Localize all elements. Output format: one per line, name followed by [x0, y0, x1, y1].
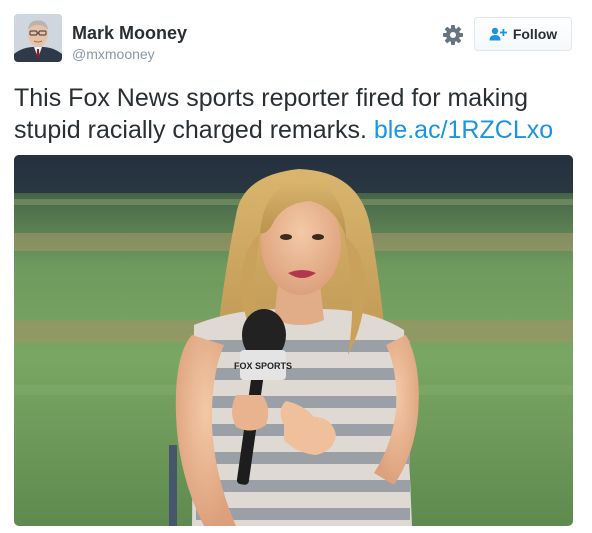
user-handle[interactable]: @mxmooney	[72, 45, 155, 63]
gear-icon[interactable]	[441, 23, 465, 47]
avatar[interactable]	[14, 14, 62, 62]
photo-image: FOX SPORTS	[14, 155, 573, 526]
tweet-link[interactable]: ble.ac/1RZCLxo	[374, 116, 553, 144]
tweet-photo[interactable]: FOX SPORTS	[14, 155, 573, 526]
tweet-text: This Fox News sports reporter fired for …	[14, 82, 580, 146]
follow-label: Follow	[512, 26, 558, 42]
tweet-card: Mark Mooney @mxmooney Follow This Fox Ne…	[0, 0, 592, 533]
avatar-image	[14, 14, 62, 62]
add-user-icon	[489, 27, 507, 41]
mic-flag-text: FOX SPORTS	[234, 361, 292, 371]
user-name[interactable]: Mark Mooney	[72, 22, 187, 44]
follow-button[interactable]: Follow	[474, 17, 572, 51]
